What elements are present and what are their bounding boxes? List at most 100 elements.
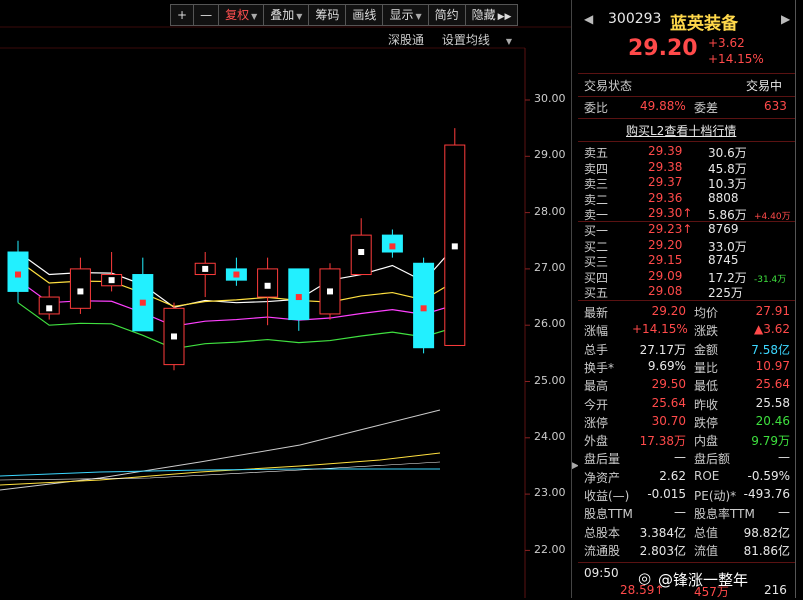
y-axis-label: 30.00 — [534, 92, 566, 105]
shengutong-link[interactable]: 深股通 — [388, 33, 424, 47]
stat-row: 今开 25.64 昨收 25.58 — [578, 396, 795, 412]
y-axis-label: 22.00 — [534, 543, 566, 556]
stock-name: 蓝英装备 — [670, 14, 738, 34]
stat-label: 盘后量 — [584, 452, 621, 467]
quote-panel: ◀ 300293 蓝英装备 ▶ 29.20 +3.62 +14.15% 交易状态… — [578, 0, 795, 599]
bid-level-row[interactable]: 买三 29.15 8745 — [578, 253, 795, 269]
buy-l2-link[interactable]: 购买L2查看十档行情 — [626, 122, 736, 139]
ask-volume: 45.8万 — [708, 161, 747, 176]
stat-value: ▲3.62 — [754, 322, 790, 337]
bid-level-row[interactable]: 买四 29.09 17.2万 -31.4万 — [578, 269, 795, 285]
ask-level-row[interactable]: 卖一 29.30↑ 5.86万 +4.40万 — [578, 206, 795, 222]
stat-value: — — [778, 450, 790, 465]
bid-level-row[interactable]: 买二 29.20 33.0万 — [578, 238, 795, 254]
stat-label: 昨收 — [694, 397, 719, 412]
stat-row: 净资产 2.62 ROE -0.59% — [578, 469, 795, 485]
ask-level-label: 卖二 — [584, 192, 609, 207]
ask-level-row[interactable]: 卖五 29.39 30.6万 — [578, 144, 795, 160]
chart-toolbar: + — 复权 ▼ 叠加 ▼ 筹码 画线 显示 ▼ 简约 隐藏 ▶▶ — [170, 4, 519, 26]
divider — [578, 141, 795, 142]
ask-level-row[interactable]: 卖三 29.37 10.3万 — [578, 175, 795, 191]
bid-volume: 33.0万 — [708, 239, 747, 254]
candle-marker — [358, 249, 365, 256]
ask-volume: 8808 — [708, 190, 739, 205]
chevron-down-icon: ▼ — [296, 12, 303, 21]
chevron-down-icon: ▼ — [505, 37, 513, 46]
stat-row: 总股本 3.384亿 总值 98.82亿 — [578, 524, 795, 540]
weicha-label: 委差 — [694, 101, 719, 115]
stat-value: -0.015 — [647, 487, 686, 501]
stat-label: 最低 — [694, 379, 719, 394]
ask-price: 29.37 — [648, 175, 683, 189]
xianshi-dropdown[interactable]: 显示 ▼ — [382, 4, 429, 26]
diejia-dropdown[interactable]: 叠加 ▼ — [263, 4, 310, 26]
next-stock-icon[interactable]: ▶ — [781, 12, 790, 26]
price-change-pct: +14.15% — [708, 52, 764, 66]
candle-marker — [389, 243, 396, 250]
bid-volume: 17.2万 — [708, 270, 747, 285]
weibi-value: 49.88% — [640, 99, 686, 113]
stat-row: 流通股 2.803亿 流值 81.86亿 — [578, 542, 795, 558]
bid-volume: 8745 — [708, 253, 739, 267]
divider — [578, 562, 795, 563]
stat-label: 跌停 — [694, 415, 719, 430]
stat-value: 25.58 — [755, 395, 790, 410]
bid-level-row[interactable]: 买五 29.08 225万 — [578, 284, 795, 300]
huaxian-button[interactable]: 画线 — [345, 4, 384, 26]
jianyue-button[interactable]: 简约 — [427, 4, 466, 26]
watermark-text: @锋涨一整年 — [658, 571, 749, 589]
yincang-button[interactable]: 隐藏 ▶▶ — [464, 4, 519, 26]
l2-row: 购买L2查看十档行情 — [578, 122, 795, 138]
ma-line-long — [0, 468, 440, 477]
y-axis-label: 25.00 — [534, 374, 566, 387]
stat-value: -0.59% — [747, 468, 790, 483]
stat-value: 98.82亿 — [743, 525, 790, 540]
stat-row: 最高 29.50 最低 25.64 — [578, 377, 795, 393]
fuquan-dropdown[interactable]: 复权 ▼ — [218, 4, 265, 26]
y-axis-label: 27.00 — [534, 261, 566, 274]
divider — [578, 73, 795, 74]
divider — [578, 300, 795, 301]
zoom-in-button[interactable]: + — [170, 4, 195, 26]
prev-stock-icon[interactable]: ◀ — [584, 12, 593, 26]
stat-row: 收益(—) -0.015 PE(动)* -493.76 — [578, 487, 795, 503]
stat-label: 流值 — [694, 543, 719, 558]
bid-level-label: 买五 — [584, 286, 609, 300]
ask-level-label: 卖四 — [584, 161, 609, 176]
stat-label: 最新 — [584, 306, 609, 320]
bid-price: 29.20 — [648, 237, 683, 252]
stock-header: ◀ 300293 蓝英装备 ▶ — [578, 9, 795, 34]
stat-value: 2.62 — [659, 468, 686, 483]
bid-volume: 8769 — [708, 222, 739, 236]
chouma-button[interactable]: 筹码 — [308, 4, 347, 26]
candle-marker — [264, 282, 271, 289]
kline-chart[interactable]: + — 复权 ▼ 叠加 ▼ 筹码 画线 显示 ▼ 简约 隐藏 ▶▶ 深股通 设置均线 ▼ … — [0, 0, 572, 598]
bid-level-row[interactable]: 买一 29.23↑ 8769 — [578, 222, 795, 238]
stat-value: 27.91 — [755, 304, 790, 318]
ask-volume: 30.6万 — [708, 146, 747, 160]
tick-time: 09:50 — [584, 566, 619, 580]
candle-marker — [77, 288, 84, 295]
status-value: 交易中 — [746, 79, 783, 93]
weicha-value: 633 — [764, 99, 787, 113]
stat-label: 最高 — [584, 379, 609, 394]
stat-value: 30.70 — [651, 413, 686, 428]
stat-label: 今开 — [584, 397, 609, 412]
stat-value: — — [778, 505, 790, 520]
set-ma-dropdown[interactable]: 设置均线 ▼ — [442, 33, 526, 47]
stat-value: 9.69% — [647, 358, 686, 373]
stat-row: 换手* 9.69% 量比 10.97 — [578, 359, 795, 375]
stat-label: 内盘 — [694, 434, 719, 449]
diejia-label: 叠加 — [270, 8, 295, 22]
chevron-down-icon: ▼ — [415, 12, 422, 21]
y-axis-label: 24.00 — [534, 430, 566, 443]
ask-level-row[interactable]: 卖四 29.38 45.8万 — [578, 160, 795, 176]
y-axis-label: 29.00 — [534, 148, 566, 161]
stat-label: 总手 — [584, 342, 609, 357]
zoom-out-button[interactable]: — — [193, 4, 220, 26]
stat-label: 量比 — [694, 360, 719, 375]
stat-label: 股息TTM — [584, 507, 633, 522]
ask-level-row[interactable]: 卖二 29.36 8808 — [578, 191, 795, 207]
fuquan-label: 复权 — [225, 8, 250, 22]
stat-row: 总手 27.17万 金额 7.58亿 — [578, 341, 795, 357]
